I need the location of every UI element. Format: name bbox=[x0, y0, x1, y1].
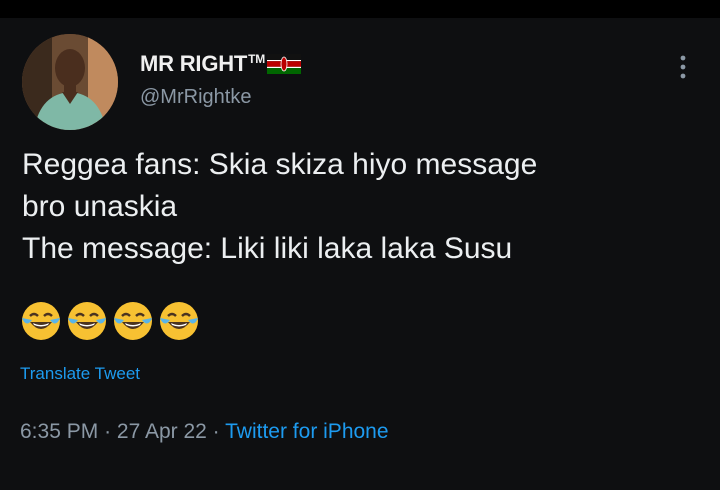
avatar[interactable] bbox=[22, 34, 118, 130]
more-options-icon[interactable] bbox=[674, 52, 692, 82]
meta-separator: · bbox=[104, 420, 112, 443]
user-handle[interactable]: @MrRightke bbox=[140, 86, 251, 109]
tweet-time[interactable]: 6:35 PM bbox=[20, 420, 98, 443]
tweet-metadata: 6:35 PM · 27 Apr 22 · Twitter for iPhone bbox=[20, 420, 389, 444]
top-bar bbox=[0, 0, 720, 18]
tweet-source-link[interactable]: Twitter for iPhone bbox=[225, 420, 388, 443]
face-with-tears-of-joy-icon bbox=[22, 302, 60, 340]
tweet-date[interactable]: 27 Apr 22 bbox=[117, 420, 207, 443]
translate-tweet-link[interactable]: Translate Tweet bbox=[20, 364, 140, 384]
meta-separator: · bbox=[212, 420, 220, 443]
user-name-row[interactable]: MR RIGHTTM bbox=[140, 51, 302, 77]
emoji-row bbox=[20, 300, 200, 342]
display-name: MR RIGHTTM bbox=[140, 51, 266, 76]
tweet-text-line: Reggea fans: Skia skiza hiyo message bbox=[22, 148, 538, 181]
tweet-text: Reggea fans: Skia skiza hiyo message bro… bbox=[22, 144, 702, 270]
face-with-tears-of-joy-icon bbox=[114, 302, 152, 340]
tweet-card: MR RIGHTTM @MrRightke Reggea fans: Skia … bbox=[0, 18, 720, 490]
tweet-text-line: bro unaskia bbox=[22, 190, 178, 223]
tweet-text-line: The message: Liki liki laka laka Susu bbox=[22, 232, 513, 265]
kenya-flag-icon bbox=[267, 54, 302, 74]
face-with-tears-of-joy-icon bbox=[68, 302, 106, 340]
avatar-image bbox=[22, 34, 118, 130]
face-with-tears-of-joy-icon bbox=[160, 302, 198, 340]
trademark-mark: TM bbox=[248, 51, 266, 66]
